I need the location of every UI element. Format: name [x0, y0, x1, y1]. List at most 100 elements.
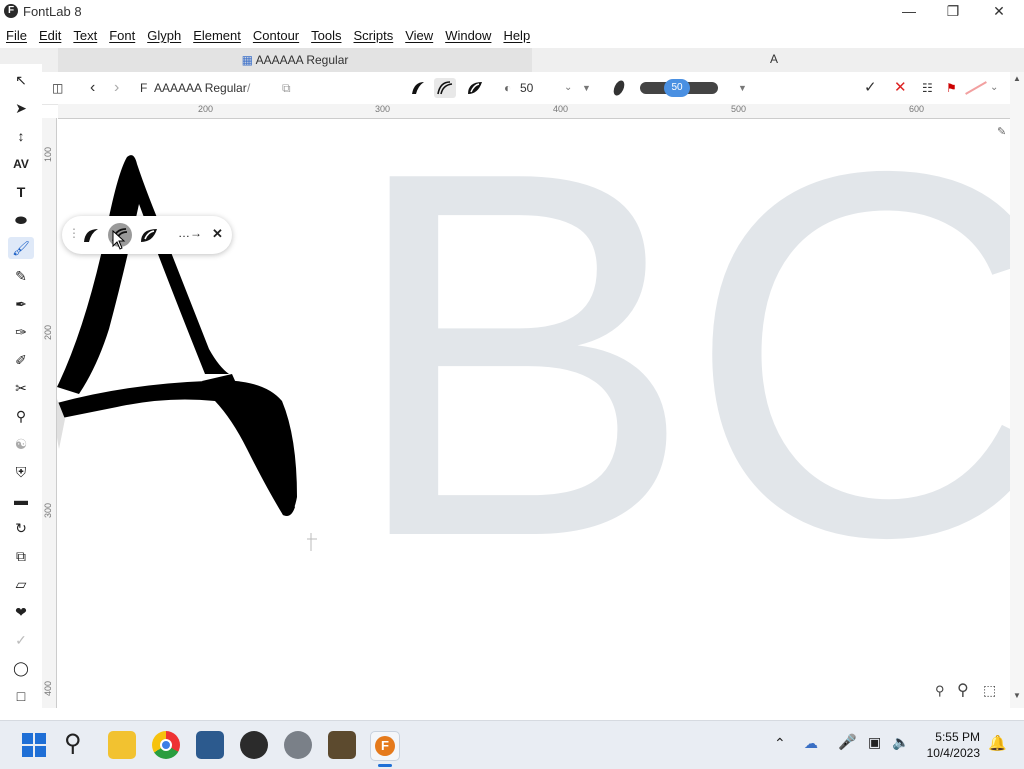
- ruler-label: 300: [375, 104, 391, 114]
- font-name-label[interactable]: AAAAAA Regular: [154, 78, 247, 98]
- brush-shape-icon[interactable]: [612, 78, 626, 98]
- menu-text[interactable]: Text: [67, 24, 103, 48]
- contour-select-icon[interactable]: ↖: [8, 69, 34, 91]
- menu-font[interactable]: Font: [103, 24, 141, 48]
- menu-file[interactable]: File: [0, 24, 33, 48]
- scale-icon[interactable]: ⧉: [8, 545, 34, 567]
- back-arrow-icon[interactable]: ‹: [90, 78, 95, 98]
- pinch-icon[interactable]: ❤: [8, 601, 34, 623]
- show-hidden-icons-chevron-icon[interactable]: ⌃: [774, 735, 786, 752]
- cast-icon[interactable]: ☷: [922, 78, 933, 98]
- dotted-arrow-icon[interactable]: …→: [178, 226, 202, 240]
- menu-edit[interactable]: Edit: [33, 24, 67, 48]
- clock-time[interactable]: 5:55 PM: [935, 730, 980, 744]
- zoom-out-icon[interactable]: ⚲: [935, 683, 945, 699]
- tab-label: AAAAAA Regular: [255, 53, 349, 67]
- rotate-icon[interactable]: ↻: [8, 517, 34, 539]
- brush-style-2-icon[interactable]: [434, 78, 456, 98]
- blend-icon[interactable]: ☯: [8, 433, 34, 455]
- menu-window[interactable]: Window: [439, 24, 497, 48]
- zoom-fit-icon[interactable]: ⬚: [983, 682, 996, 699]
- scroll-down-icon[interactable]: ▼: [1010, 691, 1024, 700]
- metrics-icon[interactable]: ↕: [8, 125, 34, 147]
- brush-style-1-icon[interactable]: [412, 82, 424, 94]
- element-select-icon[interactable]: ➤: [8, 97, 34, 119]
- rapid-pen-icon[interactable]: ✑: [8, 321, 34, 343]
- app-icon[interactable]: [328, 731, 356, 759]
- width-dropdown-icon[interactable]: ⌄: [564, 78, 572, 98]
- font-window-icon: ▦: [241, 53, 253, 67]
- brush-slider-thumb[interactable]: 50: [664, 79, 690, 97]
- menu-view[interactable]: View: [399, 24, 439, 48]
- fontlab-taskbar-icon[interactable]: F: [370, 731, 400, 761]
- brush-style-3-icon[interactable]: [468, 82, 482, 94]
- brush-tool-icon[interactable]: 🖌: [8, 237, 34, 259]
- brush-style-group: [412, 78, 482, 98]
- kerning-icon[interactable]: AV: [8, 153, 34, 175]
- menu-tools[interactable]: Tools: [305, 24, 347, 48]
- vertical-scrollbar[interactable]: ▲ ▼: [1010, 72, 1024, 708]
- fountain-pen-icon[interactable]: ✐: [8, 349, 34, 371]
- canvas-note-icon[interactable]: ✎: [997, 125, 1006, 138]
- close-popup-icon[interactable]: ✕: [212, 226, 223, 242]
- popup-brush-3-icon[interactable]: [138, 224, 160, 246]
- minimize-button[interactable]: —: [886, 0, 932, 24]
- virtualbox-icon[interactable]: [196, 731, 224, 759]
- slant-icon[interactable]: ▱: [8, 573, 34, 595]
- menu-help[interactable]: Help: [497, 24, 536, 48]
- ruler-label: 400: [553, 104, 569, 114]
- flag-icon[interactable]: ⚑: [946, 78, 957, 98]
- network-icon[interactable]: ▣: [868, 734, 881, 751]
- obs-icon[interactable]: [240, 731, 268, 759]
- pen-icon[interactable]: ✒: [8, 293, 34, 315]
- windows-start-icon[interactable]: [20, 731, 48, 759]
- mouse-cursor-icon: [112, 230, 126, 250]
- tab-font-window[interactable]: ▦ AAAAAA Regular: [58, 48, 532, 72]
- glyph-drawing[interactable]: [57, 119, 1010, 708]
- popup-brush-1-icon[interactable]: [80, 224, 102, 246]
- text-tool-icon[interactable]: T: [8, 181, 34, 203]
- menu-glyph[interactable]: Glyph: [141, 24, 187, 48]
- close-window-button[interactable]: ✕: [976, 0, 1022, 24]
- fill-bucket-icon[interactable]: ⛨: [8, 461, 34, 483]
- vertical-ruler: 100 200 300 400: [42, 118, 57, 708]
- ruler-label: 300: [43, 502, 53, 518]
- volume-icon[interactable]: 🔈: [892, 734, 909, 751]
- glyph-canvas[interactable]: BC ✎ ⚲ ⚲ ⬚: [57, 119, 1010, 708]
- scroll-up-icon[interactable]: ▲: [1010, 74, 1024, 83]
- search-icon[interactable]: ⚲: [64, 729, 82, 758]
- color-dropdown-icon[interactable]: ⌄: [990, 78, 998, 98]
- knife-icon[interactable]: ⚲: [8, 405, 34, 427]
- menu-contour[interactable]: Contour: [247, 24, 305, 48]
- tab-glyph-window[interactable]: A: [770, 52, 778, 66]
- width-menu-icon[interactable]: ▼: [582, 78, 591, 98]
- eyedropper-icon[interactable]: ✓: [8, 629, 34, 651]
- cancel-x-icon[interactable]: ✕: [894, 78, 907, 98]
- sidebar-toggle-icon[interactable]: ◫: [52, 78, 63, 98]
- settings-gear-icon[interactable]: [284, 731, 312, 759]
- glyph-separator: /: [247, 81, 251, 95]
- file-explorer-icon[interactable]: [108, 731, 136, 759]
- restore-button[interactable]: ❐: [930, 0, 976, 24]
- pencil-icon[interactable]: ✎: [8, 265, 34, 287]
- ellipse-icon[interactable]: ◯: [8, 657, 34, 679]
- microphone-icon[interactable]: 🎤: [838, 733, 857, 751]
- chrome-icon[interactable]: [152, 731, 180, 759]
- drag-handle-icon[interactable]: ⋮: [68, 226, 80, 240]
- copy-icon[interactable]: ⧉: [282, 78, 291, 98]
- color-line-icon[interactable]: [965, 81, 987, 95]
- ruler-icon[interactable]: ▬: [8, 489, 34, 511]
- zoom-in-icon[interactable]: ⚲: [957, 680, 969, 700]
- rectangle-icon[interactable]: □: [8, 685, 34, 707]
- scissors-icon[interactable]: ✂: [8, 377, 34, 399]
- notification-bell-icon[interactable]: 🔔: [988, 734, 1007, 752]
- menu-scripts[interactable]: Scripts: [348, 24, 400, 48]
- eraser-icon[interactable]: ⬬: [8, 209, 34, 231]
- menu-element[interactable]: Element: [187, 24, 247, 48]
- forward-arrow-icon[interactable]: ›: [114, 78, 119, 98]
- slider-menu-icon[interactable]: ▼: [738, 78, 747, 98]
- clock-date[interactable]: 10/4/2023: [927, 746, 980, 760]
- checkmark-icon[interactable]: ✓: [864, 78, 877, 98]
- brush-width-input[interactable]: 50: [520, 78, 533, 98]
- onedrive-icon[interactable]: ☁: [804, 735, 818, 752]
